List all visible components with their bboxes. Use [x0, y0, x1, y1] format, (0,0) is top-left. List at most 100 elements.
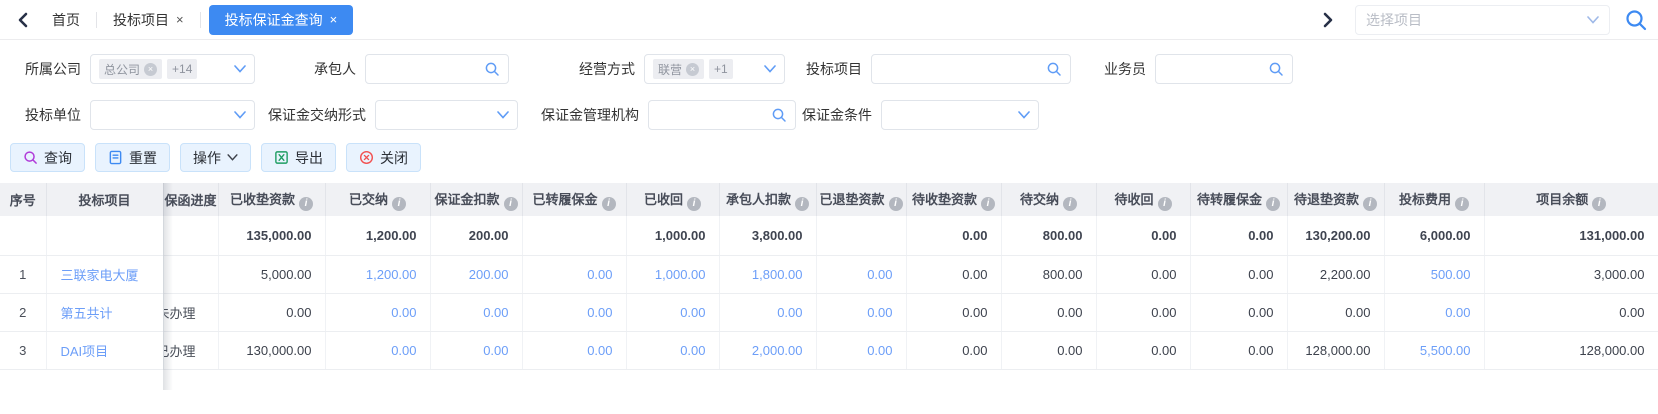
value-cell: 128,000.00	[1484, 331, 1658, 369]
operations-dropdown-button[interactable]: 操作	[180, 143, 251, 172]
tab-bid-deposit-query-label: 投标保证金查询	[225, 10, 323, 30]
salesperson-search[interactable]	[1155, 54, 1293, 84]
value-cell[interactable]: 0.00	[816, 293, 906, 331]
bidding-unit-select[interactable]	[90, 100, 255, 130]
project-search-icon[interactable]	[1624, 8, 1648, 32]
value-cell: 0.00	[1484, 293, 1658, 331]
value-cell[interactable]: 0.00	[816, 331, 906, 369]
project-name-cell: DAI项目	[46, 331, 163, 369]
value-cell[interactable]: 500.00	[1384, 255, 1484, 293]
export-button[interactable]: 导出	[261, 143, 336, 172]
operation-mode-more-tag: +1	[709, 59, 733, 79]
tag-close-icon[interactable]: ×	[686, 63, 699, 76]
value-cell[interactable]: 200.00	[430, 255, 522, 293]
deposit-payment-form-select[interactable]	[375, 100, 518, 130]
project-name-cell: 三联家电大厦	[46, 255, 163, 293]
info-icon[interactable]: i	[1063, 197, 1077, 211]
col-header-1: 投标项目	[46, 183, 163, 216]
tabs-scroll-left-icon[interactable]	[10, 12, 36, 28]
tabs-scroll-right-icon[interactable]	[1315, 12, 1341, 28]
contractor-input[interactable]	[374, 55, 484, 83]
operation-mode-tag: 联营×	[653, 59, 704, 79]
summary-cell: 3,800.00	[719, 216, 816, 255]
value-cell[interactable]: 0.00	[430, 331, 522, 369]
deposit-agency-input[interactable]	[657, 101, 771, 129]
chevron-down-icon	[227, 154, 238, 161]
value-cell: 0.00	[906, 293, 1001, 331]
col-header-15: 投标费用i	[1384, 183, 1484, 216]
contractor-search[interactable]	[365, 54, 509, 84]
summary-cell: 0.00	[906, 216, 1001, 255]
salesperson-input[interactable]	[1164, 55, 1268, 83]
bid-project-search[interactable]	[871, 54, 1071, 84]
col-header-7: 已收回i	[626, 183, 719, 216]
value-cell[interactable]: 0.00	[1384, 293, 1484, 331]
info-icon[interactable]: i	[299, 197, 313, 211]
value-cell[interactable]: 1,800.00	[719, 255, 816, 293]
project-link[interactable]: 三联家电大厦	[61, 268, 139, 283]
project-select[interactable]: 选择项目	[1355, 5, 1610, 35]
close-button[interactable]: 关闭	[346, 143, 421, 172]
value-cell: 128,000.00	[1287, 331, 1384, 369]
tab-close-icon[interactable]: ×	[330, 12, 338, 27]
info-icon[interactable]: i	[1363, 197, 1377, 211]
col-header-12: 待收回i	[1096, 183, 1190, 216]
value-cell[interactable]: 0.00	[522, 293, 626, 331]
col-header-14: 待退垫资款i	[1287, 183, 1384, 216]
deposit-condition-select[interactable]	[881, 100, 1039, 130]
row-index-cell: 1	[0, 255, 46, 293]
tab-bid-projects-label: 投标项目	[113, 10, 169, 30]
value-cell[interactable]: 0.00	[719, 293, 816, 331]
project-link[interactable]: DAI项目	[61, 344, 109, 359]
value-cell[interactable]: 2,000.00	[719, 331, 816, 369]
value-cell[interactable]: 1,000.00	[626, 255, 719, 293]
value-cell[interactable]: 1,200.00	[325, 255, 430, 293]
value-cell[interactable]: 0.00	[816, 255, 906, 293]
value-cell[interactable]: 0.00	[430, 293, 522, 331]
search-icon[interactable]	[1046, 61, 1062, 77]
info-icon[interactable]: i	[889, 197, 903, 211]
value-cell[interactable]: 0.00	[522, 255, 626, 293]
bid-project-input[interactable]	[880, 55, 1046, 83]
guarantee-progress-cell: 已办理	[163, 331, 218, 369]
value-cell: 0.00	[1096, 293, 1190, 331]
deposit-agency-search[interactable]	[648, 100, 796, 130]
tab-home[interactable]: 首页	[36, 5, 96, 35]
tab-bid-projects[interactable]: 投标项目 ×	[97, 5, 200, 35]
info-icon[interactable]: i	[1592, 197, 1606, 211]
col-header-10: 待收垫资款i	[906, 183, 1001, 216]
project-link[interactable]: 第五共计	[61, 306, 113, 321]
tab-bid-deposit-query[interactable]: 投标保证金查询 ×	[209, 5, 354, 35]
value-cell[interactable]: 0.00	[626, 331, 719, 369]
summary-cell: 0.00	[1096, 216, 1190, 255]
value-cell: 0.00	[1190, 331, 1287, 369]
info-icon[interactable]: i	[1158, 197, 1172, 211]
info-icon[interactable]: i	[602, 197, 616, 211]
search-icon[interactable]	[484, 61, 500, 77]
search-icon[interactable]	[771, 107, 787, 123]
tag-close-icon[interactable]: ×	[144, 63, 157, 76]
company-multiselect[interactable]: 总公司× +14	[90, 54, 255, 84]
tab-close-icon[interactable]: ×	[176, 12, 184, 27]
contractor-label: 承包人	[255, 59, 365, 79]
value-cell[interactable]: 5,500.00	[1384, 331, 1484, 369]
col-header-16: 项目余额i	[1484, 183, 1658, 216]
col-header-13: 待转履保金i	[1190, 183, 1287, 216]
query-button[interactable]: 查询	[10, 143, 85, 172]
value-cell[interactable]: 0.00	[522, 331, 626, 369]
info-icon[interactable]: i	[795, 197, 809, 211]
reset-button[interactable]: 重置	[95, 143, 170, 172]
search-icon[interactable]	[1268, 61, 1284, 77]
value-cell[interactable]: 0.00	[626, 293, 719, 331]
info-icon[interactable]: i	[1455, 197, 1469, 211]
info-icon[interactable]: i	[504, 197, 518, 211]
operation-mode-multiselect[interactable]: 联营× +1	[644, 54, 785, 84]
info-icon[interactable]: i	[981, 197, 995, 211]
info-icon[interactable]: i	[687, 197, 701, 211]
results-table-container: 序号投标项目保函进度已收垫资款i已交纳i保证金扣款i已转履保金i已收回i承包人扣…	[0, 183, 1658, 370]
value-cell[interactable]: 0.00	[325, 331, 430, 369]
deposit-agency-label: 保证金管理机构	[518, 105, 648, 125]
info-icon[interactable]: i	[1266, 197, 1280, 211]
info-icon[interactable]: i	[392, 197, 406, 211]
value-cell[interactable]: 0.00	[325, 293, 430, 331]
